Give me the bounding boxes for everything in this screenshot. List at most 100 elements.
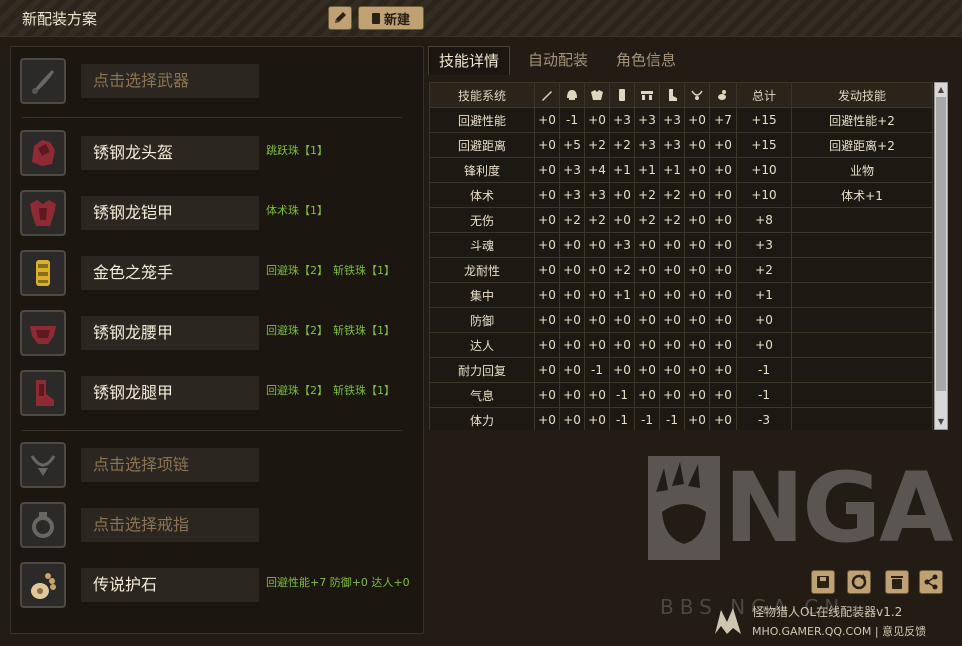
ring-slot-icon[interactable] bbox=[20, 502, 66, 548]
col-amulet[interactable] bbox=[684, 82, 710, 108]
share-button[interactable] bbox=[919, 570, 943, 594]
talisman-slot-icon[interactable] bbox=[20, 562, 66, 608]
skill-value-cell: +0 bbox=[684, 182, 710, 208]
skill-value-cell: +0 bbox=[534, 382, 560, 408]
col-chest[interactable] bbox=[584, 82, 610, 108]
col-arm[interactable] bbox=[609, 82, 635, 108]
skill-value-cell: +0 bbox=[559, 232, 585, 258]
skill-value-cell: +0 bbox=[709, 282, 737, 308]
skill-value-cell: +1 bbox=[634, 157, 660, 183]
scroll-thumb[interactable] bbox=[936, 97, 946, 391]
col-waist[interactable] bbox=[634, 82, 660, 108]
activated-skill-cell bbox=[791, 232, 933, 258]
skill-value-cell: +0 bbox=[709, 332, 737, 358]
skill-value-cell: +3 bbox=[634, 132, 660, 158]
scroll-up-arrow-icon[interactable]: ▲ bbox=[935, 84, 947, 96]
skill-value-cell: +0 bbox=[534, 107, 560, 133]
arm-decoration-2: 斩铁珠【1】 bbox=[333, 264, 395, 277]
skill-value-cell: +0 bbox=[634, 282, 660, 308]
activated-skill-cell bbox=[791, 282, 933, 308]
helmet-icon bbox=[32, 140, 55, 166]
trash-icon bbox=[891, 576, 903, 589]
site-link[interactable]: MHO.GAMER.QQ.COM bbox=[752, 625, 871, 638]
weapon-slot-name[interactable]: 点击选择武器 bbox=[81, 64, 259, 98]
necklace-slot-icon[interactable] bbox=[20, 442, 66, 488]
skill-value-cell: +2 bbox=[634, 182, 660, 208]
skill-value-cell: +2 bbox=[634, 207, 660, 233]
col-activated-skill[interactable]: 发动技能 bbox=[791, 82, 933, 108]
waist-decoration-1: 回避珠【2】 bbox=[266, 324, 328, 337]
pencil-icon bbox=[335, 12, 346, 23]
skill-value-cell: +0 bbox=[684, 132, 710, 158]
refresh-button[interactable] bbox=[847, 570, 871, 594]
talisman-slot-name[interactable]: 传说护石 bbox=[81, 568, 259, 602]
skill-value-cell: +0 bbox=[659, 232, 685, 258]
helmet-slot-icon[interactable] bbox=[20, 130, 66, 176]
leg-decoration-2: 斩铁珠【1】 bbox=[333, 384, 395, 397]
arm-slot-name[interactable]: 金色之笼手 bbox=[81, 256, 259, 290]
col-weapon[interactable] bbox=[534, 82, 560, 108]
col-leg[interactable] bbox=[659, 82, 685, 108]
skill-value-cell: +1 bbox=[609, 157, 635, 183]
skill-total-cell: -1 bbox=[736, 382, 792, 408]
col-total[interactable]: 总计 bbox=[736, 82, 792, 108]
skill-value-cell: +0 bbox=[584, 407, 610, 430]
col-gem[interactable] bbox=[709, 82, 737, 108]
waist-slot-icon[interactable] bbox=[20, 310, 66, 356]
skill-name-cell: 防御 bbox=[429, 307, 535, 333]
footer-separator: | bbox=[874, 625, 879, 638]
leg-slot-icon[interactable] bbox=[20, 370, 66, 416]
skill-value-cell: +0 bbox=[684, 382, 710, 408]
skill-total-cell: +10 bbox=[736, 182, 792, 208]
col-skill-system[interactable]: 技能系统 bbox=[429, 82, 535, 108]
tab-auto-build[interactable]: 自动配装 bbox=[518, 46, 598, 74]
weapon-slot-icon[interactable] bbox=[20, 58, 66, 104]
skill-value-cell: +0 bbox=[534, 257, 560, 283]
skill-value-cell: +0 bbox=[534, 332, 560, 358]
feedback-link[interactable]: 意见反馈 bbox=[882, 625, 926, 638]
ring-slot-name[interactable]: 点击选择戒指 bbox=[81, 508, 259, 542]
helmet-slot-name[interactable]: 锈钢龙头盔 bbox=[81, 136, 259, 170]
skill-value-cell: +0 bbox=[584, 307, 610, 333]
skill-value-cell: +3 bbox=[609, 232, 635, 258]
scroll-down-arrow-icon[interactable]: ▼ bbox=[935, 416, 947, 428]
activated-skill-cell bbox=[791, 207, 933, 233]
chest-slot-name[interactable]: 锈钢龙铠甲 bbox=[81, 196, 259, 230]
save-button[interactable] bbox=[811, 570, 835, 594]
tab-skill-details[interactable]: 技能详情 bbox=[428, 46, 511, 75]
refresh-icon bbox=[851, 574, 867, 590]
skill-value-cell: +0 bbox=[684, 407, 710, 430]
waist-slot-name[interactable]: 锈钢龙腰甲 bbox=[81, 316, 259, 350]
skill-value-cell: +0 bbox=[709, 382, 737, 408]
activated-skill-cell bbox=[791, 382, 933, 408]
skill-value-cell: +0 bbox=[609, 307, 635, 333]
skill-value-cell: +0 bbox=[584, 257, 610, 283]
table-row: 回避距离 +0 +5 +2 +2 +3 +3 +0 +0 +15 回避距离+2 bbox=[429, 132, 933, 158]
chest-slot-icon[interactable] bbox=[20, 190, 66, 236]
necklace-slot-name[interactable]: 点击选择项链 bbox=[81, 448, 259, 482]
skill-value-cell: +0 bbox=[634, 332, 660, 358]
skill-value-cell: +3 bbox=[659, 107, 685, 133]
activated-skill-cell bbox=[791, 357, 933, 383]
skill-value-cell: +4 bbox=[584, 157, 610, 183]
skill-value-cell: +0 bbox=[709, 407, 737, 430]
delete-button[interactable] bbox=[885, 570, 909, 594]
document-icon bbox=[371, 12, 380, 24]
col-helmet[interactable] bbox=[559, 82, 585, 108]
game-logo-icon bbox=[711, 604, 745, 638]
plan-title[interactable]: 新配装方案 bbox=[22, 8, 97, 29]
arm-slot-icon[interactable] bbox=[20, 250, 66, 296]
leg-slot-name[interactable]: 锈钢龙腿甲 bbox=[81, 376, 259, 410]
table-scrollbar[interactable]: ▲ ▼ bbox=[934, 82, 948, 430]
watermark-letters: NGA bbox=[724, 452, 953, 564]
skill-value-cell: -1 bbox=[609, 407, 635, 430]
skill-value-cell: +0 bbox=[584, 332, 610, 358]
activated-skill-cell bbox=[791, 257, 933, 283]
edit-button[interactable] bbox=[328, 6, 352, 30]
skill-value-cell: +0 bbox=[634, 257, 660, 283]
skill-value-cell: +0 bbox=[559, 357, 585, 383]
skill-value-cell: +5 bbox=[559, 132, 585, 158]
tab-character-info[interactable]: 角色信息 bbox=[606, 46, 686, 74]
talisman-icon bbox=[31, 573, 56, 599]
new-plan-button[interactable]: 新建 bbox=[358, 6, 424, 30]
